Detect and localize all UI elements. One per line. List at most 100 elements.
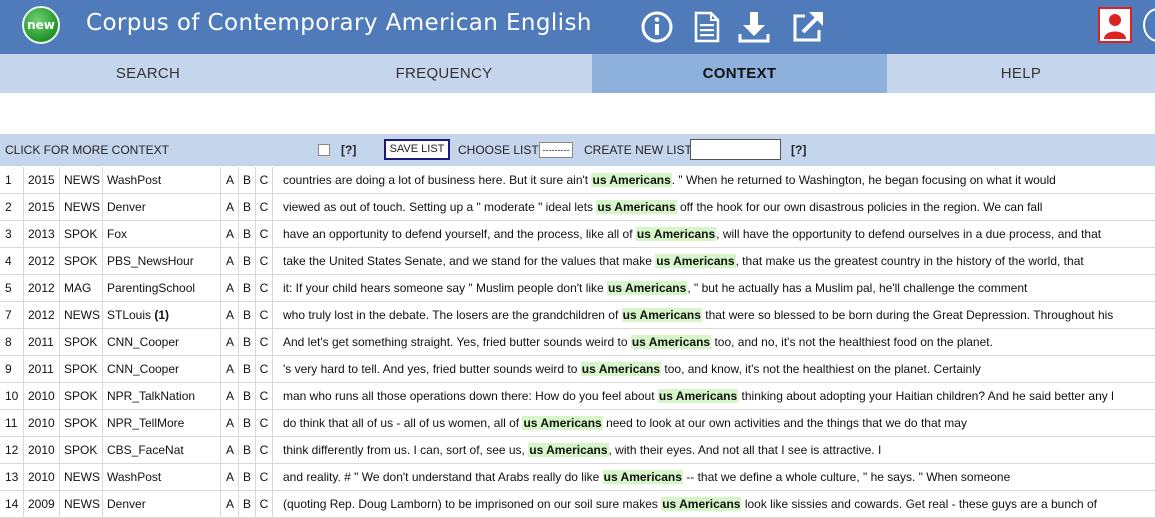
label-b-link[interactable]: B (239, 248, 256, 274)
download-icon[interactable] (737, 10, 771, 44)
label-b-link[interactable]: B (239, 275, 256, 301)
keyword-match[interactable]: us Americans (602, 470, 683, 484)
source-cell[interactable]: STLouis (1) (104, 302, 221, 328)
label-a-link[interactable]: A (222, 194, 239, 220)
table-row[interactable]: 9 2011 SPOK CNN_Cooper A B C 's very hard to te… (0, 356, 1155, 383)
app-title[interactable]: Corpus of Contemporary American English (86, 10, 592, 36)
source-link[interactable]: WashPost (107, 173, 161, 187)
table-row[interactable]: 5 2012 MAG ParentingSchool A B Cit: If your ch… (0, 275, 1155, 302)
label-c-link[interactable]: C (256, 356, 273, 382)
table-row[interactable]: 14 2009 NEWS Denver A B C (quoting Rep. Doug La… (0, 491, 1155, 518)
source-cell[interactable]: NPR_TalkNation (104, 383, 221, 409)
document-icon[interactable] (690, 10, 724, 44)
user-icon[interactable] (1098, 7, 1132, 43)
table-row[interactable]: 1 2015 NEWS WashPost A B Ccountries are doing … (0, 167, 1155, 194)
source-cell[interactable]: WashPost (104, 464, 221, 490)
keyword-match[interactable]: us Americans (591, 173, 672, 187)
external-link-icon[interactable] (791, 10, 825, 44)
label-a-link[interactable]: A (222, 383, 239, 409)
label-b-link[interactable]: B (239, 464, 256, 490)
source-link[interactable]: Denver (107, 497, 146, 511)
keyword-match[interactable]: us Americans (621, 308, 702, 322)
keyword-match[interactable]: us Americans (607, 281, 688, 295)
label-c-link[interactable]: C (256, 437, 273, 463)
label-c-link[interactable]: C (256, 302, 273, 328)
save-list-button[interactable]: SAVE LIST (384, 139, 450, 160)
context-cell[interactable]: take the United States Senate, and we st… (283, 248, 1155, 274)
source-link[interactable]: NPR_TellMore (107, 416, 184, 430)
source-link[interactable]: PBS_NewsHour (107, 254, 194, 268)
keyword-match[interactable]: us Americans (596, 200, 677, 214)
source-cell[interactable]: NPR_TellMore (104, 410, 221, 436)
source-cell[interactable]: PBS_NewsHour (104, 248, 221, 274)
source-cell[interactable]: CNN_Cooper (104, 329, 221, 355)
tab-frequency[interactable]: FREQUENCY (296, 54, 592, 93)
context-cell[interactable]: man who runs all those operations down t… (283, 383, 1155, 409)
table-row[interactable]: 3 2013 SPOK Fox A B Chave an opportunity to de… (0, 221, 1155, 248)
label-b-link[interactable]: B (239, 194, 256, 220)
label-b-link[interactable]: B (239, 167, 256, 193)
context-cell[interactable]: (quoting Rep. Doug Lamborn) to be impris… (283, 491, 1155, 517)
source-link[interactable]: CBS_FaceNat (107, 443, 184, 457)
label-c-link[interactable]: C (256, 275, 273, 301)
label-a-link[interactable]: A (222, 275, 239, 301)
source-link[interactable]: CNN_Cooper (107, 362, 179, 376)
label-b-link[interactable]: B (239, 491, 256, 517)
table-row[interactable]: 8 2011 SPOK CNN_Cooper A B C And let's get some… (0, 329, 1155, 356)
source-link[interactable]: Denver (107, 200, 146, 214)
label-b-link[interactable]: B (239, 356, 256, 382)
context-cell[interactable]: countries are doing a lot of business he… (283, 167, 1155, 193)
label-a-link[interactable]: A (222, 356, 239, 382)
label-c-link[interactable]: C (256, 491, 273, 517)
source-link[interactable]: NPR_TalkNation (107, 389, 195, 403)
source-cell[interactable]: ParentingSchool (104, 275, 221, 301)
label-a-link[interactable]: A (222, 491, 239, 517)
context-cell[interactable]: and reality. # " We don't understand tha… (283, 464, 1155, 490)
create-new-list-input[interactable] (690, 139, 781, 160)
info-icon[interactable] (640, 10, 674, 44)
context-cell[interactable]: think differently from us. I can, sort o… (283, 437, 1155, 463)
source-cell[interactable]: Denver (104, 491, 221, 517)
source-link[interactable]: ParentingSchool (107, 281, 195, 295)
select-all-checkbox[interactable] (318, 144, 330, 156)
keyword-match[interactable]: us Americans (657, 389, 739, 403)
source-cell[interactable]: Fox (104, 221, 221, 247)
label-c-link[interactable]: C (256, 464, 273, 490)
label-c-link[interactable]: C (256, 194, 273, 220)
context-cell[interactable]: viewed as out of touch. Setting up a " m… (283, 194, 1155, 220)
label-b-link[interactable]: B (239, 383, 256, 409)
label-a-link[interactable]: A (222, 464, 239, 490)
choose-list-select[interactable]: --------- (539, 142, 573, 158)
label-c-link[interactable]: C (256, 329, 273, 355)
table-row[interactable]: 11 2010 SPOK NPR_TellMore A B Cdo think that a… (0, 410, 1155, 437)
label-b-link[interactable]: B (239, 221, 256, 247)
tab-context[interactable]: CONTEXT (592, 54, 887, 93)
keyword-match[interactable]: us Americans (630, 335, 712, 349)
account-circle-icon[interactable] (1143, 8, 1155, 42)
label-c-link[interactable]: C (256, 248, 273, 274)
context-cell[interactable]: have an opportunity to defend yourself, … (283, 221, 1155, 247)
keyword-match[interactable]: us Americans (635, 227, 717, 241)
new-badge[interactable]: new (22, 6, 60, 44)
label-b-link[interactable]: B (239, 437, 256, 463)
keyword-match[interactable]: us Americans (528, 443, 609, 457)
label-c-link[interactable]: C (256, 167, 273, 193)
keyword-match[interactable]: us Americans (661, 497, 742, 511)
table-row[interactable]: 7 2012 NEWS STLouis (1) A B Cwho truly lost in… (0, 302, 1155, 329)
table-row[interactable]: 13 2010 NEWS WashPost A B Cand reality. # " We… (0, 464, 1155, 491)
label-b-link[interactable]: B (239, 329, 256, 355)
label-c-link[interactable]: C (256, 410, 273, 436)
context-cell[interactable]: And let's get something straight. Yes, f… (283, 329, 1155, 355)
source-cell[interactable]: CBS_FaceNat (104, 437, 221, 463)
help-link-1[interactable]: [?] (341, 143, 356, 157)
label-b-link[interactable]: B (239, 410, 256, 436)
source-link[interactable]: STLouis (107, 308, 151, 322)
keyword-match[interactable]: us Americans (655, 254, 736, 268)
label-a-link[interactable]: A (222, 437, 239, 463)
label-a-link[interactable]: A (222, 302, 239, 328)
label-c-link[interactable]: C (256, 221, 273, 247)
source-cell[interactable]: CNN_Cooper (104, 356, 221, 382)
label-a-link[interactable]: A (222, 167, 239, 193)
source-link[interactable]: CNN_Cooper (107, 335, 179, 349)
help-link-2[interactable]: [?] (791, 143, 806, 157)
